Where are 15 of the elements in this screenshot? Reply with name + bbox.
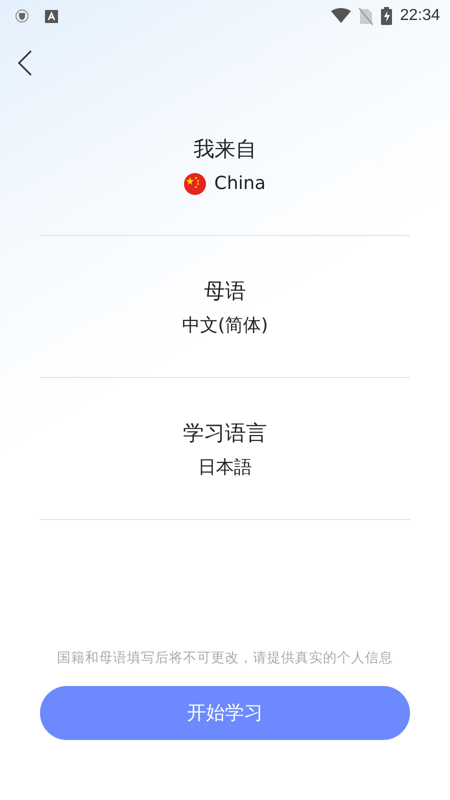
flag-icon: [184, 173, 206, 195]
wifi-icon: [330, 8, 351, 24]
section-value[interactable]: 日本語: [198, 451, 252, 485]
notice-text: 国籍和母语填写后将不可更改，请提供真实的个人信息: [56, 648, 394, 668]
section-value[interactable]: 中文(简体): [182, 309, 268, 343]
battery-charging-icon: [380, 7, 392, 25]
clock-time: 22:34: [400, 6, 440, 26]
shield-icon: [15, 9, 29, 23]
back-button[interactable]: [16, 48, 34, 78]
section-title: 学习语言: [183, 421, 267, 445]
font-icon: [45, 10, 58, 22]
section-value[interactable]: China: [214, 167, 266, 201]
section-title: 母语: [204, 279, 246, 303]
no-sim-icon: [358, 8, 373, 24]
section-title: 我来自: [194, 137, 256, 161]
